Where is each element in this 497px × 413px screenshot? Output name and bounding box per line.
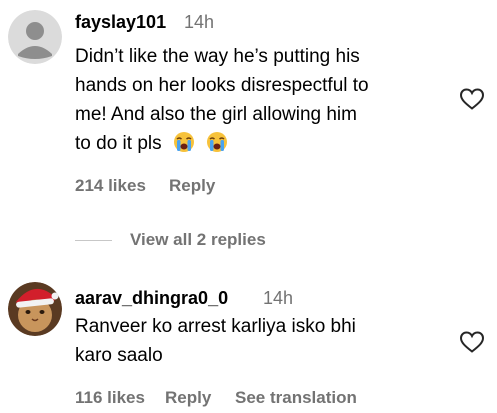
reply-button[interactable]: Reply xyxy=(165,388,211,408)
cat-santa-hat-avatar-icon xyxy=(8,282,62,336)
likes-count[interactable]: 214 likes xyxy=(75,176,146,196)
reply-button[interactable]: Reply xyxy=(169,176,215,196)
comment-line: Didn’t like the way he’s putting his xyxy=(75,46,360,67)
replies-divider xyxy=(75,240,112,241)
comment-text: Didn’t like the way he’s putting his han… xyxy=(75,42,455,162)
comment-line: me! And also the girl allowing him xyxy=(75,104,357,125)
avatar[interactable] xyxy=(8,10,62,64)
timestamp: 14h xyxy=(263,288,294,308)
view-replies-button[interactable]: View all 2 replies xyxy=(130,230,266,250)
username[interactable]: fayslay101 xyxy=(75,12,166,33)
comment-line: Ranveer ko arrest karliya isko bhi xyxy=(75,316,356,337)
comment-line: karo saalo xyxy=(75,345,163,366)
comment-aarav_dhingra0_0: aarav_dhingra0_0 14h Ranveer ko arrest k… xyxy=(0,270,497,413)
default-avatar-icon xyxy=(8,10,62,64)
timestamp: 14h xyxy=(184,12,215,32)
loudly-crying-face-emoji xyxy=(173,131,195,162)
comment-line-with-emoji: to do it pls xyxy=(75,129,455,162)
avatar[interactable] xyxy=(8,282,62,336)
heart-icon[interactable] xyxy=(459,330,485,354)
comment-text: Ranveer ko arrest karliya isko bhi karo … xyxy=(75,312,445,370)
see-translation-button[interactable]: See translation xyxy=(235,388,357,408)
comment-line: hands on her looks disrespectful to xyxy=(75,75,369,96)
comment-line: to do it pls xyxy=(75,133,162,154)
loudly-crying-face-emoji xyxy=(206,131,228,162)
likes-count[interactable]: 116 likes xyxy=(75,388,145,408)
username[interactable]: aarav_dhingra0_0 xyxy=(75,288,228,309)
comment-fayslay101: fayslay101 14h Didn’t like the way he’s … xyxy=(0,0,497,260)
heart-icon[interactable] xyxy=(459,87,485,111)
